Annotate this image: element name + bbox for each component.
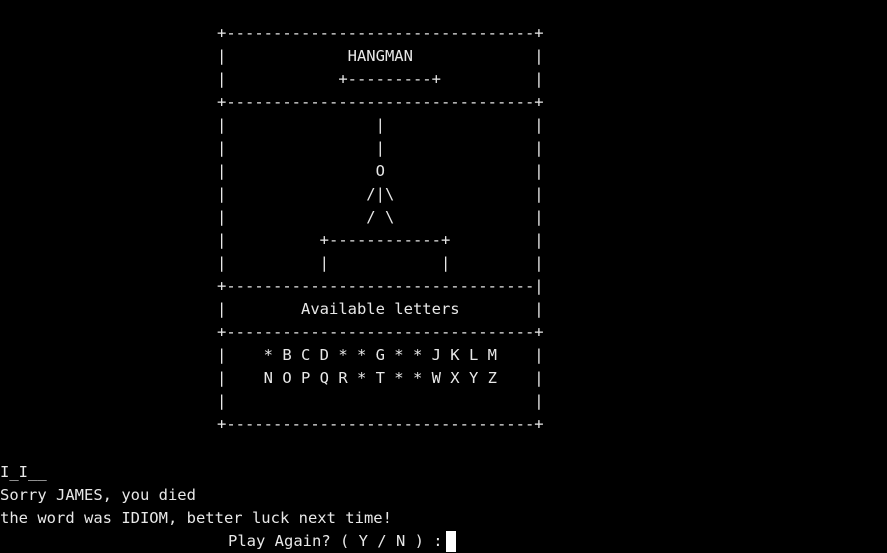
hangman-body-arms: | /|\ |	[217, 185, 544, 203]
title-underline: | +---------+ |	[217, 70, 544, 88]
word-progress: I_I__	[0, 463, 47, 481]
gallows-platform-legs: | | | |	[217, 254, 544, 272]
hangman-head: | O |	[217, 162, 544, 180]
play-again-label: Play Again? ( Y / N ) :	[228, 532, 443, 550]
title-separator: +---------------------------------+	[217, 93, 544, 111]
reveal-message: the word was IDIOM, better luck next tim…	[0, 509, 392, 527]
board-bottom-border: +---------------------------------+	[217, 415, 544, 433]
play-again-prompt[interactable]: Play Again? ( Y / N ) :	[228, 530, 456, 553]
gallows-platform-top: | +------------+ |	[217, 231, 544, 249]
hangman-legs: | / \ |	[217, 208, 544, 226]
terminal-window: +---------------------------------+ | HA…	[0, 0, 887, 553]
game-title: | HANGMAN |	[217, 47, 544, 65]
letters-blank-row: | |	[217, 392, 544, 410]
death-message: Sorry JAMES, you died	[0, 486, 196, 504]
available-letters-heading: | Available letters |	[217, 300, 544, 318]
board-top-border: +---------------------------------+	[217, 24, 544, 42]
gallows-rope-1: | | |	[217, 116, 544, 134]
letters-row-1: | * B C D * * G * * J K L M |	[217, 346, 544, 364]
text-cursor[interactable]	[445, 531, 456, 552]
letters-separator: +---------------------------------+	[217, 323, 544, 341]
letters-row-2: | N O P Q R * T * * W X Y Z |	[217, 369, 544, 387]
gallows-rope-2: | | |	[217, 139, 544, 157]
drawing-separator: +---------------------------------|	[217, 277, 544, 295]
